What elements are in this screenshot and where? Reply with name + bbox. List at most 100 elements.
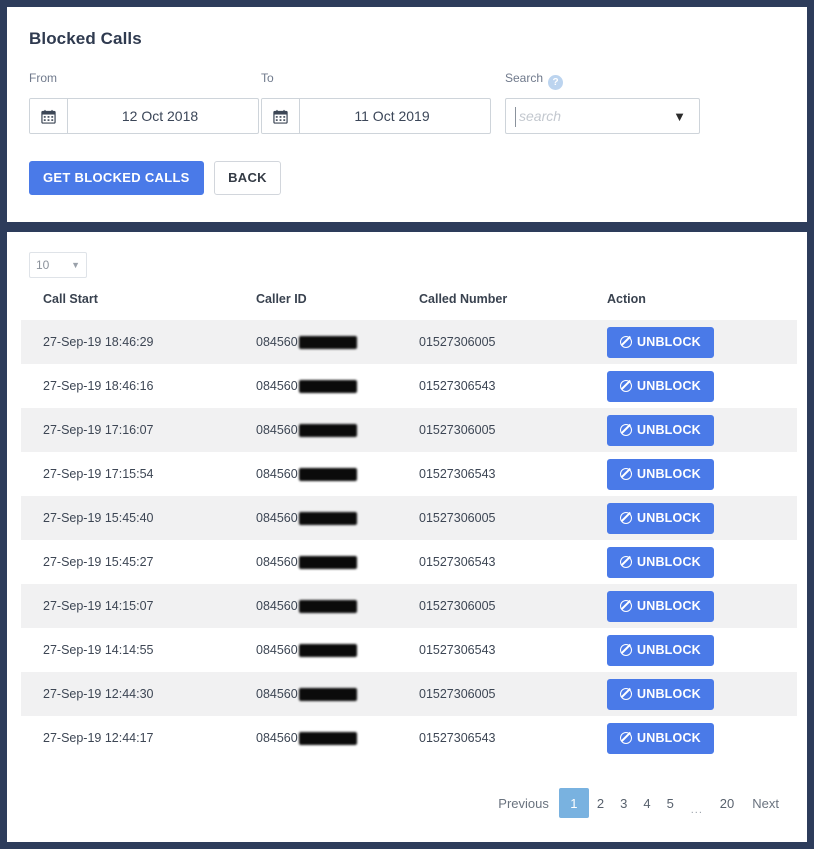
- caller-id-prefix: 084560: [256, 511, 298, 525]
- cell-caller-id: 084560: [256, 364, 419, 408]
- cell-caller-id: 084560: [256, 540, 419, 584]
- table-row: 27-Sep-19 14:14:55 084560 01527306543 UNBLO…: [21, 628, 797, 672]
- to-date-input[interactable]: 11 Oct 2019: [261, 98, 491, 134]
- page-title: Blocked Calls: [29, 29, 142, 48]
- page-size-value: 10: [36, 258, 50, 272]
- calendar-icon[interactable]: [30, 99, 68, 133]
- pagination-page-2[interactable]: 2: [589, 788, 612, 818]
- column-header-action[interactable]: Action: [607, 292, 797, 320]
- unblock-button[interactable]: UNBLOCK: [607, 326, 714, 358]
- from-label: From: [29, 71, 57, 85]
- redaction-bar: [298, 467, 357, 481]
- pagination-next[interactable]: Next: [742, 788, 789, 818]
- page-size-select[interactable]: 10 ▼: [29, 252, 87, 278]
- cell-call-start: 27-Sep-19 12:44:17: [21, 716, 256, 760]
- cell-called-number: 01527306005: [419, 408, 607, 452]
- caller-id-prefix: 084560: [256, 379, 298, 393]
- table-row: 27-Sep-19 17:16:07 084560 01527306005 UNBLO…: [21, 408, 797, 452]
- pagination-page-3[interactable]: 3: [612, 788, 635, 818]
- unblock-button[interactable]: UNBLOCK: [607, 370, 714, 402]
- back-button[interactable]: BACK: [214, 161, 281, 195]
- cell-called-number: 01527306543: [419, 628, 607, 672]
- column-header-caller-id[interactable]: Caller ID: [256, 292, 419, 320]
- unblock-button-label: UNBLOCK: [637, 466, 701, 481]
- caller-id-prefix: 084560: [256, 423, 298, 437]
- unblock-button[interactable]: UNBLOCK: [607, 414, 714, 446]
- unblock-button-label: UNBLOCK: [637, 554, 701, 569]
- search-input[interactable]: search ▼: [505, 98, 700, 134]
- unblock-button-label: UNBLOCK: [637, 334, 701, 349]
- cell-action: UNBLOCK: [607, 628, 797, 672]
- cell-action: UNBLOCK: [607, 320, 797, 364]
- unblock-button[interactable]: UNBLOCK: [607, 458, 714, 490]
- caller-id-prefix: 084560: [256, 731, 298, 745]
- table-row: 27-Sep-19 17:15:54 084560 01527306543 UNBLO…: [21, 452, 797, 496]
- ban-icon: [620, 467, 632, 480]
- pagination-page-5[interactable]: 5: [659, 788, 682, 818]
- cell-call-start: 27-Sep-19 17:16:07: [21, 408, 256, 452]
- cell-called-number: 01527306543: [419, 364, 607, 408]
- unblock-button[interactable]: UNBLOCK: [607, 590, 714, 622]
- caller-id-prefix: 084560: [256, 467, 298, 481]
- calendar-icon[interactable]: [262, 99, 300, 133]
- chevron-down-icon: ▼: [71, 260, 80, 270]
- table-row: 27-Sep-19 15:45:27 084560 01527306543 UNBLO…: [21, 540, 797, 584]
- cell-action: UNBLOCK: [607, 672, 797, 716]
- cell-call-start: 27-Sep-19 18:46:16: [21, 364, 256, 408]
- cell-call-start: 27-Sep-19 14:14:55: [21, 628, 256, 672]
- pagination-ellipsis: ...: [690, 804, 703, 816]
- unblock-button-label: UNBLOCK: [637, 598, 701, 613]
- unblock-button-label: UNBLOCK: [637, 510, 701, 525]
- ban-icon: [620, 335, 632, 348]
- redaction-bar: [298, 731, 357, 745]
- help-icon[interactable]: ?: [548, 75, 564, 90]
- pagination: Previous 1 2 3 4 5... 20 Next: [488, 788, 789, 818]
- redaction-bar: [298, 423, 357, 437]
- table-body: 27-Sep-19 18:46:29 084560 01527306005 UNBLO…: [21, 320, 797, 760]
- unblock-button[interactable]: UNBLOCK: [607, 678, 714, 710]
- unblock-button-label: UNBLOCK: [637, 686, 701, 701]
- column-header-call-start[interactable]: Call Start: [21, 292, 256, 320]
- from-date-input[interactable]: 12 Oct 2018: [29, 98, 259, 134]
- pagination-page-1[interactable]: 1: [558, 788, 589, 818]
- cell-caller-id: 084560: [256, 716, 419, 760]
- unblock-button[interactable]: UNBLOCK: [607, 722, 714, 754]
- caller-id-prefix: 084560: [256, 555, 298, 569]
- cell-called-number: 01527306005: [419, 496, 607, 540]
- unblock-button[interactable]: UNBLOCK: [607, 546, 714, 578]
- cell-called-number: 01527306543: [419, 716, 607, 760]
- to-date-value[interactable]: 11 Oct 2019: [300, 99, 490, 133]
- ban-icon: [620, 731, 632, 744]
- cell-call-start: 27-Sep-19 12:44:30: [21, 672, 256, 716]
- pagination-page-4[interactable]: 4: [635, 788, 658, 818]
- cell-caller-id: 084560: [256, 408, 419, 452]
- blocked-calls-table-card: 10 ▼ Call Start Caller ID Called Number …: [7, 232, 807, 842]
- blocked-calls-filter-card: Blocked Calls From 12 Oct 2018 To 11 Oct…: [7, 7, 807, 222]
- unblock-button-label: UNBLOCK: [637, 422, 701, 437]
- cell-call-start: 27-Sep-19 15:45:27: [21, 540, 256, 584]
- pagination-previous[interactable]: Previous: [488, 788, 559, 818]
- cell-call-start: 27-Sep-19 18:46:29: [21, 320, 256, 364]
- cell-action: UNBLOCK: [607, 364, 797, 408]
- unblock-button[interactable]: UNBLOCK: [607, 634, 714, 666]
- pagination-page-20[interactable]: 20: [712, 788, 742, 818]
- column-header-called-number[interactable]: Called Number: [419, 292, 607, 320]
- search-label: Search?: [505, 71, 700, 90]
- redaction-bar: [298, 643, 357, 657]
- ban-icon: [620, 379, 632, 392]
- unblock-button[interactable]: UNBLOCK: [607, 502, 714, 534]
- from-date-value[interactable]: 12 Oct 2018: [68, 99, 258, 133]
- filter-button-row: GET BLOCKED CALLS BACK: [29, 161, 281, 195]
- get-blocked-calls-button[interactable]: GET BLOCKED CALLS: [29, 161, 204, 195]
- chevron-down-icon[interactable]: ▼: [673, 110, 686, 123]
- table-row: 27-Sep-19 12:44:30 084560 01527306005 UNBLO…: [21, 672, 797, 716]
- search-placeholder: search: [519, 108, 562, 124]
- cell-action: UNBLOCK: [607, 584, 797, 628]
- cell-called-number: 01527306005: [419, 584, 607, 628]
- table-head: Call Start Caller ID Called Number Actio…: [21, 292, 797, 320]
- cell-caller-id: 084560: [256, 628, 419, 672]
- search-label-text: Search: [505, 71, 544, 85]
- redaction-bar: [298, 555, 357, 569]
- caller-id-prefix: 084560: [256, 335, 298, 349]
- caller-id-prefix: 084560: [256, 643, 298, 657]
